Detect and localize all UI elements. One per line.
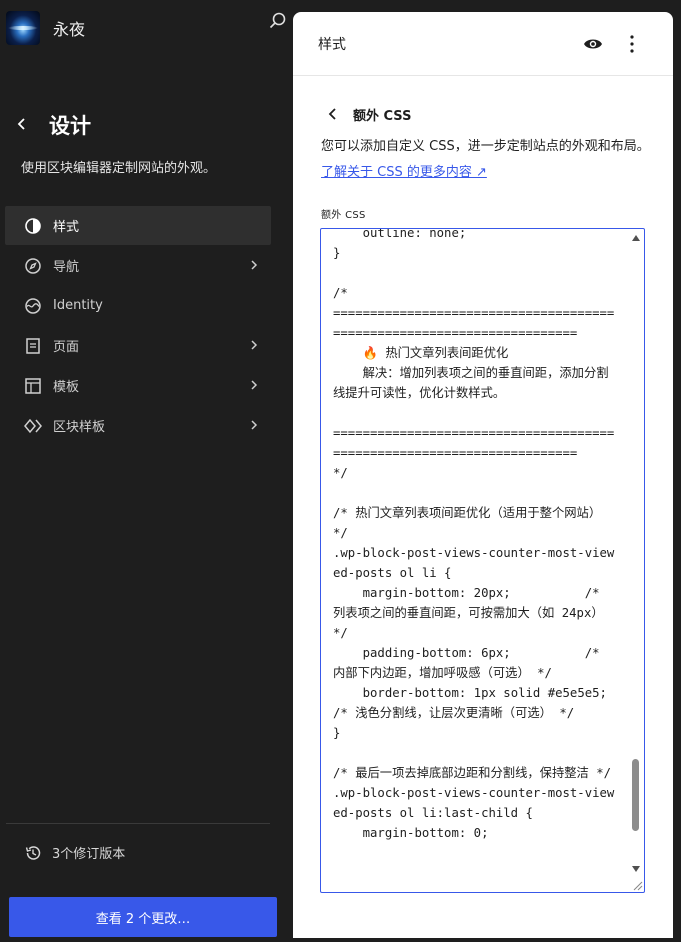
resize-handle-icon[interactable]: [631, 879, 643, 891]
sidebar-item-navigation[interactable]: 导航: [5, 246, 271, 285]
sidebar-description: 使用区块编辑器定制网站的外观。: [21, 161, 217, 176]
sidebar-title: 设计: [49, 114, 91, 138]
back-chevron-icon[interactable]: [328, 106, 338, 122]
sidebar-item-pages[interactable]: 页面: [5, 326, 271, 365]
design-navigation: 样式 导航 Identity 页面 模板 区块样板: [5, 206, 271, 446]
css-textarea-content[interactable]: outline: none; } /* ====================…: [333, 229, 616, 843]
panel-header: 样式: [293, 12, 673, 76]
sidebar-item-label: 导航: [53, 260, 80, 275]
scroll-up-arrow-icon[interactable]: [632, 235, 640, 241]
additional-css-description: 您可以添加自定义 CSS，进一步定制站点的外观和布局。: [321, 139, 650, 154]
site-editor-sidebar: 永夜 设计 使用区块编辑器定制网站的外观。 样式 导航 Identity 页面 …: [0, 0, 293, 942]
search-icon[interactable]: [267, 10, 289, 32]
review-changes-button[interactable]: 查看 2 个更改…: [9, 897, 277, 937]
identity-icon: [25, 297, 41, 314]
revisions-link[interactable]: 3个修订版本: [24, 843, 125, 862]
chevron-right-icon: [251, 380, 258, 390]
half-circle-icon: [25, 217, 41, 234]
site-logo[interactable]: [6, 11, 40, 45]
chevron-right-icon: [251, 260, 258, 270]
css-field-label: 额外 CSS: [321, 210, 366, 221]
sidebar-divider: [6, 823, 270, 824]
scrollbar-thumb[interactable]: [632, 759, 639, 831]
panel-title: 样式: [318, 37, 346, 53]
sidebar-item-identity[interactable]: Identity: [5, 286, 271, 325]
css-editor-scrollbar[interactable]: [630, 229, 643, 892]
eye-icon[interactable]: [583, 36, 603, 52]
sidebar-item-styles[interactable]: 样式: [5, 206, 271, 245]
symbol-icon: [24, 418, 42, 433]
site-header: 永夜: [6, 8, 286, 48]
back-chevron-icon[interactable]: [14, 114, 32, 134]
sidebar-item-label: 页面: [53, 340, 80, 355]
css-editor[interactable]: outline: none; } /* ====================…: [320, 228, 645, 893]
sidebar-item-templates[interactable]: 模板: [5, 366, 271, 405]
scroll-down-arrow-icon[interactable]: [632, 866, 640, 872]
global-styles-panel: 样式 额外 CSS 您可以添加自定义 CSS，进一步定制站点的外观和布局。 了解…: [293, 12, 673, 938]
history-icon: [25, 845, 41, 860]
chevron-right-icon: [251, 340, 258, 350]
css-learn-more-link[interactable]: 了解关于 CSS 的更多内容 ↗: [321, 161, 487, 180]
page-icon: [26, 337, 40, 354]
compass-icon: [25, 257, 41, 274]
sidebar-item-label: Identity: [53, 298, 103, 313]
sidebar-item-patterns[interactable]: 区块样板: [5, 406, 271, 445]
layout-icon: [25, 377, 41, 394]
sidebar-item-label: 区块样板: [53, 420, 106, 435]
sidebar-item-label: 样式: [53, 220, 80, 235]
more-vertical-icon[interactable]: [629, 34, 635, 54]
chevron-right-icon: [251, 420, 258, 430]
additional-css-title: 额外 CSS: [353, 109, 412, 124]
revisions-label: 3个修订版本: [52, 847, 126, 862]
sidebar-item-label: 模板: [53, 380, 80, 395]
site-name[interactable]: 永夜: [53, 16, 85, 40]
